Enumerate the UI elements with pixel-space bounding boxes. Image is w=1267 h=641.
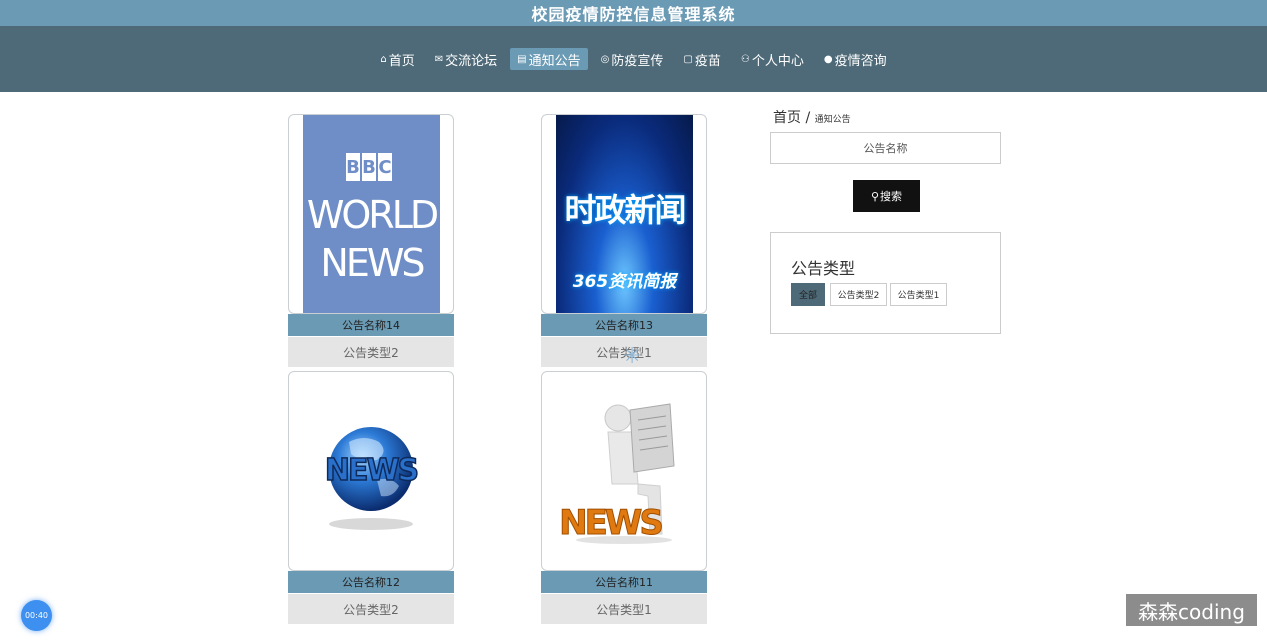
type-filter-title: 公告类型 bbox=[791, 259, 856, 278]
news-globe-icon: NEWS bbox=[324, 427, 420, 530]
breadcrumb-separator: / bbox=[805, 110, 811, 126]
notice-card-image[interactable]: NEWS bbox=[288, 371, 454, 571]
news-reader-figure-icon: NEWS bbox=[559, 403, 675, 544]
type-filter-panel: 公告类型 全部 公告类型2 公告类型1 bbox=[770, 232, 1001, 334]
breadcrumb: 首页 / 通知公告 bbox=[773, 107, 851, 127]
app-title: 校园疫情防控信息管理系统 bbox=[0, 0, 1267, 26]
user-icon: ⚇ bbox=[740, 53, 750, 65]
search-button[interactable]: ⚲ 搜索 bbox=[853, 180, 920, 212]
nav-item-label: 疫苗 bbox=[694, 53, 721, 69]
current-affairs-title: 时政新闻 bbox=[564, 191, 686, 229]
loading-spinner-icon: ✳ bbox=[623, 344, 642, 369]
current-affairs-news-icon: 时政新闻 365资讯简报 bbox=[556, 115, 693, 313]
breadcrumb-current: 通知公告 bbox=[814, 115, 851, 125]
recording-timer: 00:40 bbox=[21, 600, 52, 631]
notice-card-title[interactable]: 公告名称13 bbox=[541, 314, 707, 336]
notice-card-image[interactable]: B B C WORLD NEWS bbox=[288, 114, 454, 314]
search-icon: ⚲ bbox=[870, 189, 880, 203]
notice-card-type: 公告类型1 bbox=[541, 594, 707, 624]
watermark: 森森coding bbox=[1126, 594, 1257, 626]
bbc-letter: B bbox=[346, 153, 360, 181]
notice-card-image[interactable]: 时政新闻 365资讯简报 bbox=[541, 114, 707, 314]
main-navbar: ⌂ 首页 ✉ 交流论坛 ▤ 通知公告 ◎ 防疫宣传 ▢ 疫苗 ⚇ 个人中心 ● … bbox=[0, 26, 1267, 92]
nav-item-consult[interactable]: ● 疫情咨询 bbox=[817, 48, 894, 70]
chat-icon: ● bbox=[823, 53, 833, 65]
type-filter-option[interactable]: 公告类型1 bbox=[890, 283, 947, 306]
notice-card-type: 公告类型2 bbox=[288, 337, 454, 367]
bbc-world-news-icon: B B C WORLD NEWS bbox=[303, 115, 440, 313]
nav-item-label: 防疫宣传 bbox=[611, 53, 664, 69]
nav-item-home[interactable]: ⌂ 首页 bbox=[373, 48, 421, 70]
notice-card-type: 公告类型2 bbox=[288, 594, 454, 624]
bbc-world-text: WORLD bbox=[306, 193, 439, 237]
mail-icon: ✉ bbox=[434, 53, 444, 65]
target-icon: ◎ bbox=[600, 53, 610, 65]
svg-text:NEWS: NEWS bbox=[325, 453, 418, 488]
search-button-label: 搜索 bbox=[880, 190, 903, 203]
notice-card-image[interactable]: NEWS bbox=[541, 371, 707, 571]
nav-item-profile[interactable]: ⚇ 个人中心 bbox=[734, 48, 811, 70]
type-filter-all[interactable]: 全部 bbox=[791, 283, 825, 306]
type-filter-option[interactable]: 公告类型2 bbox=[830, 283, 887, 306]
nav-item-label: 个人中心 bbox=[751, 53, 804, 69]
nav-item-vaccine[interactable]: ▢ 疫苗 bbox=[676, 48, 727, 70]
nav-item-label: 通知公告 bbox=[528, 53, 581, 69]
nav-item-label: 交流论坛 bbox=[445, 53, 498, 69]
bbc-news-text: NEWS bbox=[320, 241, 425, 285]
current-affairs-subtitle: 365资讯简报 bbox=[572, 272, 677, 292]
notice-card-title[interactable]: 公告名称12 bbox=[288, 571, 454, 593]
nav-item-label: 首页 bbox=[388, 53, 415, 69]
notice-icon: ▤ bbox=[517, 53, 527, 65]
nav-item-promotion[interactable]: ◎ 防疫宣传 bbox=[594, 48, 671, 70]
notice-card-title[interactable]: 公告名称14 bbox=[288, 314, 454, 336]
bbc-letter: C bbox=[378, 153, 392, 181]
nav-item-notice[interactable]: ▤ 通知公告 bbox=[510, 48, 588, 70]
nav-item-label: 疫情咨询 bbox=[834, 53, 887, 69]
bbc-letter: B bbox=[362, 153, 376, 181]
svg-text:NEWS: NEWS bbox=[559, 503, 661, 543]
nav-item-forum[interactable]: ✉ 交流论坛 bbox=[428, 48, 504, 70]
breadcrumb-home[interactable]: 首页 bbox=[773, 110, 801, 126]
search-input[interactable] bbox=[770, 132, 1001, 164]
notice-card-title[interactable]: 公告名称11 bbox=[541, 571, 707, 593]
vaccine-icon: ▢ bbox=[683, 53, 693, 65]
home-icon: ⌂ bbox=[380, 53, 387, 65]
